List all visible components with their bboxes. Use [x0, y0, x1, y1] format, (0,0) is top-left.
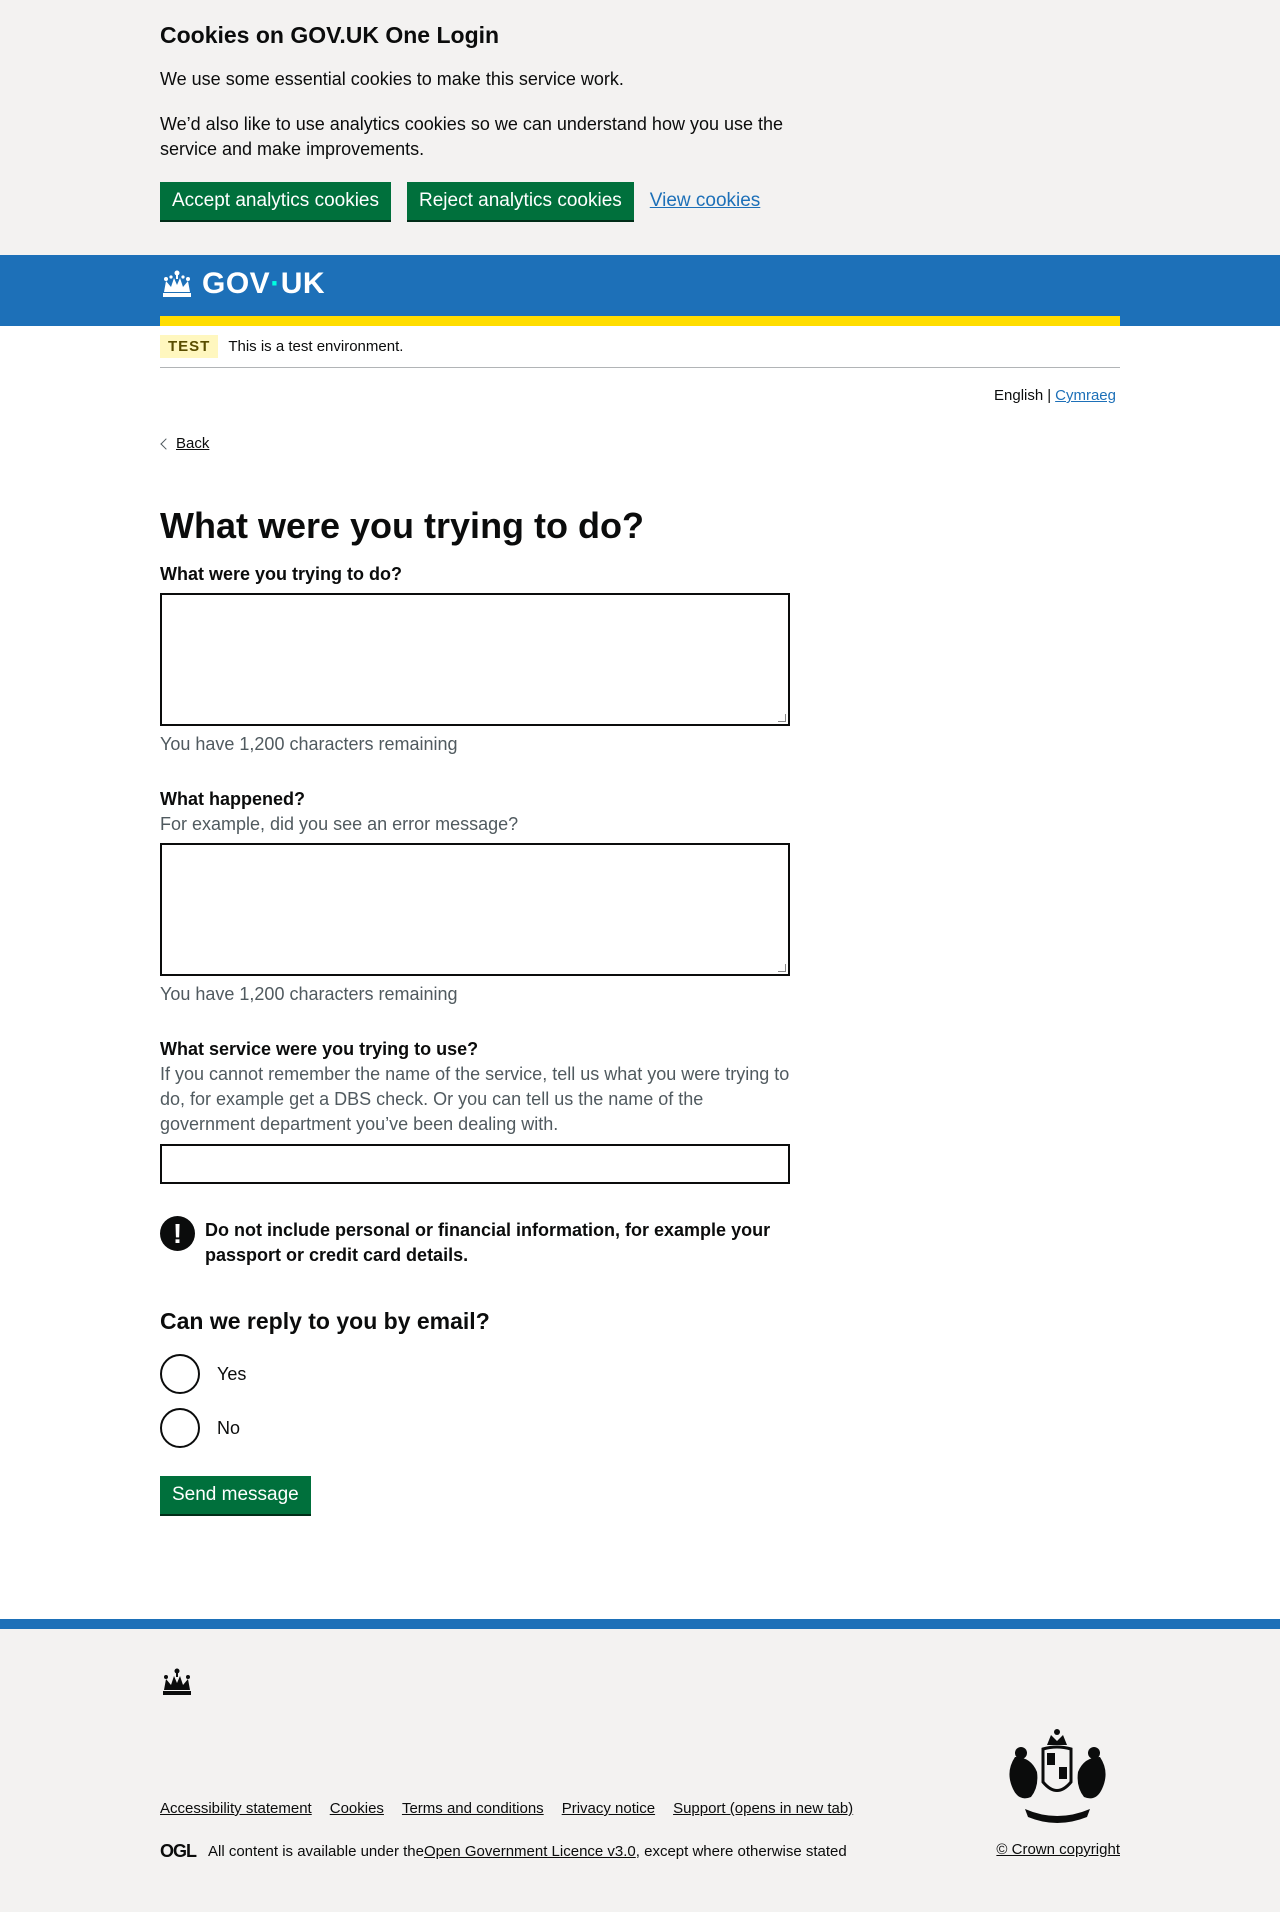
logotype-dot: ·	[270, 267, 281, 300]
what-happened-hint: For example, did you see an error messag…	[160, 814, 519, 834]
govuk-logo-link[interactable]: GOV·UK	[160, 255, 1120, 301]
footer-links: Accessibility statement Cookies Terms an…	[160, 1800, 853, 1817]
chevron-left-icon	[160, 437, 172, 450]
radio-no[interactable]: No	[160, 1406, 1120, 1450]
what-happened-character-count: You have 1,200 characters remaining	[160, 984, 458, 1004]
trying-to-do-label: What were you trying to do?	[160, 564, 402, 584]
logotype-uk: UK	[280, 267, 326, 300]
ogl-logo-icon: OGL	[160, 1841, 197, 1861]
form-group-what-happened: What happened? For example, did you see …	[160, 787, 1120, 1007]
footer-link-cookies[interactable]: Cookies	[330, 1800, 384, 1817]
crown-icon	[163, 270, 191, 297]
licence-suffix: , except where otherwise stated	[635, 1843, 847, 1860]
cookie-banner-text-analytics: We’d also like to use analytics cookies …	[160, 114, 784, 159]
cookie-banner-title: Cookies on GOV.UK One Login	[160, 22, 500, 48]
licence-prefix: All content is available under the	[208, 1843, 424, 1860]
radio-yes-label[interactable]: Yes	[217, 1364, 246, 1385]
language-toggle: English | Cymraeg	[160, 387, 1120, 404]
phase-text: This is a test environment.	[228, 338, 404, 355]
royal-coat-of-arms-icon	[1009, 1729, 1106, 1823]
submit-container: Send message	[160, 1476, 1120, 1514]
send-message-button[interactable]: Send message	[160, 1476, 311, 1514]
footer-crown-icon	[163, 1668, 191, 1695]
what-happened-label: What happened?	[160, 789, 305, 809]
footer-link-accessibility[interactable]: Accessibility statement	[160, 1800, 312, 1817]
footer-link-privacy[interactable]: Privacy notice	[562, 1800, 655, 1817]
service-label: What service were you trying to use?	[160, 1039, 479, 1059]
radio-yes[interactable]: Yes	[160, 1352, 1120, 1396]
service-input[interactable]	[160, 1144, 790, 1184]
form-group-service: What service were you trying to use? If …	[160, 1037, 1120, 1184]
language-separator: |	[1047, 387, 1052, 404]
radio-no-circle[interactable]	[160, 1408, 200, 1448]
radio-yes-circle[interactable]	[160, 1354, 200, 1394]
view-cookies-link[interactable]: View cookies	[650, 190, 761, 212]
phase-banner: TEST This is a test environment.	[160, 326, 1120, 368]
form-group-trying-to-do: What were you trying to do? You have 1,2…	[160, 562, 1120, 757]
cookie-banner-actions: Accept analytics cookies Reject analytic…	[160, 182, 1120, 220]
govuk-logotype: GOV·UK	[202, 267, 325, 301]
cookie-banner: Cookies on GOV.UK One Login We use some …	[0, 0, 1280, 255]
what-happened-textarea[interactable]	[160, 843, 790, 976]
warning-exclamation-icon: !	[160, 1216, 195, 1251]
warning-message: Do not include personal or financial inf…	[205, 1220, 771, 1265]
accept-analytics-cookies-button[interactable]: Accept analytics cookies	[160, 182, 391, 220]
site-header: GOV·UK	[0, 255, 1280, 326]
language-cymraeg-link[interactable]: Cymraeg	[1055, 387, 1116, 404]
service-hint: If you cannot remember the name of the s…	[160, 1064, 790, 1134]
warning-text: ! Do not include personal or financial i…	[160, 1216, 790, 1268]
radio-no-label[interactable]: No	[217, 1418, 240, 1439]
crown-copyright: © Crown copyright	[996, 1841, 1120, 1858]
trying-to-do-textarea[interactable]	[160, 593, 790, 726]
site-footer: Accessibility statement Cookies Terms an…	[0, 1619, 1280, 1912]
back-link-container: Back	[160, 435, 1120, 452]
footer-link-terms[interactable]: Terms and conditions	[402, 1800, 544, 1817]
logotype-gov: GOV	[202, 267, 271, 300]
cookie-banner-text-essential: We use some essential cookies to make th…	[160, 69, 624, 89]
reject-analytics-cookies-button[interactable]: Reject analytics cookies	[407, 182, 634, 220]
crown-copyright-link[interactable]: © Crown copyright	[996, 1841, 1120, 1858]
phase-tag: TEST	[160, 335, 219, 358]
language-current: English	[994, 387, 1044, 404]
trying-to-do-character-count: You have 1,200 characters remaining	[160, 734, 458, 754]
header-stripe	[160, 316, 1120, 326]
page-title: What were you trying to do?	[160, 505, 644, 546]
footer-licence: OGL All content is available under the O…	[160, 1841, 847, 1862]
open-government-licence-link[interactable]: Open Government Licence v3.0	[424, 1843, 636, 1860]
footer-link-support[interactable]: Support (opens in new tab)	[673, 1800, 853, 1817]
reply-by-email-question: Can we reply to you by email?	[160, 1308, 490, 1334]
back-link[interactable]: Back	[176, 435, 209, 452]
